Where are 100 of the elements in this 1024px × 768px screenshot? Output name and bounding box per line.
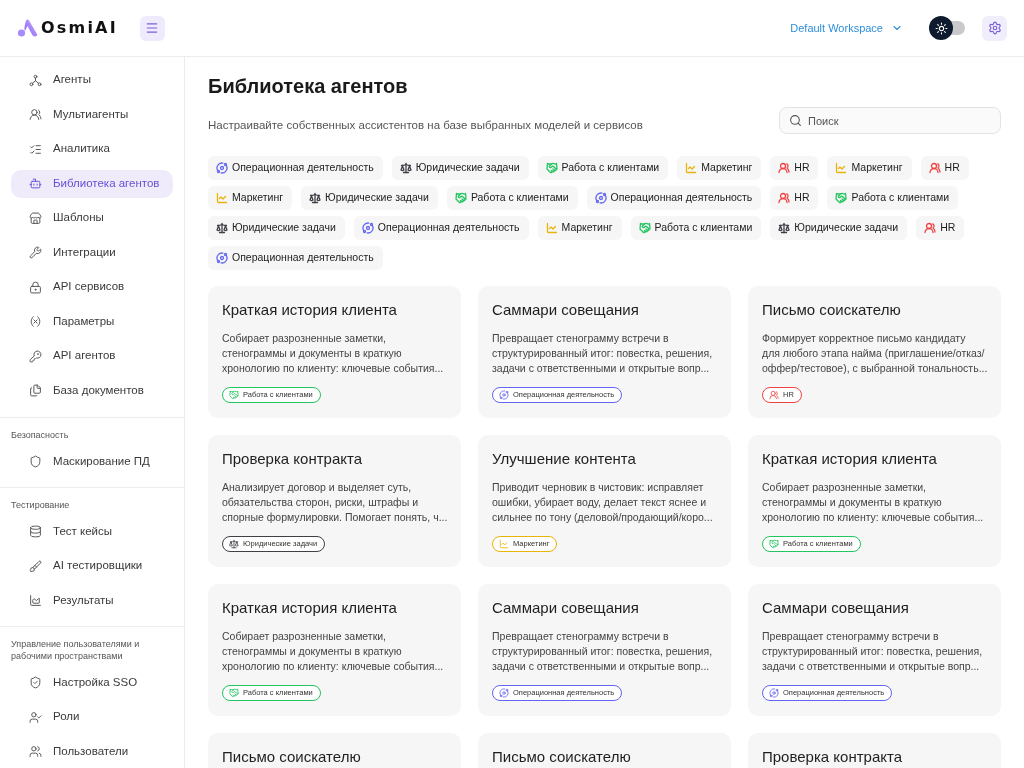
search-field[interactable]: Поиск [779,107,1001,134]
nodes-icon [29,73,42,87]
nav-item[interactable]: API агентов [11,342,173,370]
filter-chip[interactable]: Операционная деятельность [208,156,383,180]
filter-chip[interactable]: Юридические задачи [770,216,908,240]
filter-chip[interactable]: Операционная деятельность [586,186,762,210]
nav-item[interactable]: Библиотека агентов [11,169,173,198]
card-title: Краткая история клиента [762,450,938,468]
filter-chip[interactable]: HR [920,156,969,180]
filter-chip[interactable]: Работа с клиентами [630,216,762,240]
nav-item[interactable]: Шаблоны [11,204,173,232]
line-chart-icon [499,539,509,549]
handshake-icon [229,390,239,400]
area-chart-icon [29,594,42,607]
workspace-dropdown[interactable]: Default Workspace [790,19,903,37]
card-description: Собирает разрозненные заметки, стенограммы и документы в краткую хронологию по клиенту: ключевые события... [762,480,985,525]
card-description: Приводит черновик в чистовик: исправляет ошибки, убирает воду, делает текст яснее и сильнее по тону (деловой/продающий/коро... [492,480,714,525]
users-icon [29,745,42,758]
settings-button[interactable] [982,15,1007,41]
card-title: Улучшение контента [492,450,637,468]
card-title: Проверка контракта [222,450,364,468]
filter-chip[interactable]: HR [770,186,819,210]
user-check-icon [29,710,42,724]
card-title: Краткая история клиента [222,599,398,617]
card-description: Собирает разрозненные заметки, стенограммы и документы в краткую хронологию по клиенту: ключевые события... [222,331,445,376]
card-description: Формирует корректное письмо кандидату для любого этапа найма (приглашение/отказ/ оффер/тестовое), с выбранной тональность... [762,331,989,376]
filter-chip[interactable]: HR [770,156,819,180]
people-icon [769,390,779,400]
card-description: Превращает стенограмму встречи в структурированный итог: повестка, решения, задачи с ответственными и открытые вопр... [492,331,714,376]
agent-card[interactable]: Письмо соискателю [208,733,461,768]
nav-item[interactable]: Тест кейсы [11,517,173,546]
page-title: Библиотека агентов [208,74,409,99]
card-title: Краткая история клиента [222,301,398,319]
nav-item[interactable]: AI тестировщики [11,552,173,580]
section-label: Управление пользователями и рабочими пространствами [10,637,141,662]
filter-chip[interactable]: Операционная деятельность [353,216,529,240]
nav-item[interactable]: Параметры [11,307,173,336]
nav-item[interactable]: Пользователи [11,737,173,766]
theme-toggle[interactable] [929,16,965,40]
shield-check-icon [29,676,42,689]
brush-icon [29,559,42,573]
filter-chip[interactable]: Маркетинг [677,156,762,180]
shield-icon [29,455,42,468]
orbit-icon [499,688,509,698]
variable-icon [29,315,42,328]
database-icon [29,525,42,538]
lock-icon [29,280,42,294]
nav-item[interactable]: Настройка SSO [11,668,173,697]
card-title: Проверка контракта [762,748,904,766]
nav-item[interactable]: Результаты [11,586,173,615]
checklist-icon [29,142,42,156]
store-icon [29,211,42,225]
nav-item[interactable]: Интеграции [11,238,173,267]
robot-icon [29,177,42,190]
card-description: Анализирует договор и выделяет суть, обязательства сторон, риски, штрафы и спорные формулировки. Помогает понять, ч... [222,480,449,525]
filter-chip[interactable]: Маркетинг [208,186,293,210]
filter-chip[interactable]: Юридические задачи [208,216,345,240]
card-description: Превращает стенограмму встречи в структурированный итог: повестка, решения, задачи с ответственными и открытые вопр... [762,629,984,674]
settings-icon [987,21,1002,35]
logo-icon [17,19,38,37]
nav-item[interactable]: API сервисов [11,273,173,301]
card-title: Саммари совещания [762,599,910,617]
filter-chip[interactable]: Работа с клиентами [827,186,959,210]
card-title: Письмо соискателю [762,301,902,319]
orbit-icon [769,688,779,698]
page-description: Настраивайте собственных ассистентов на базе выбранных моделей и сервисов [208,118,643,133]
section-label: Тестирование [10,498,71,511]
handshake-icon [229,688,239,698]
filter-chip[interactable]: Юридические задачи [391,156,529,180]
wrench-icon [29,246,42,259]
filter-chip[interactable]: Юридические задачи [301,186,438,210]
handshake-icon [769,539,779,549]
filter-chip[interactable]: HR [916,216,965,240]
orbit-icon [499,390,509,400]
filter-chip[interactable]: Операционная деятельность [208,246,383,270]
card-title: Саммари совещания [492,599,640,617]
nav-item[interactable]: Роли [11,703,173,731]
people-icon [29,108,42,121]
card-title: Письмо соискателю [492,748,632,766]
filter-chip[interactable]: Работа с клиентами [446,186,578,210]
scale-icon [229,539,239,549]
agent-card[interactable]: Проверка контракта [748,733,1001,768]
nav-item[interactable]: Агенты [11,66,173,94]
nav-item[interactable]: Мультиагенты [11,100,173,129]
menu-button[interactable] [139,15,165,41]
documents-icon [29,384,42,397]
card-title: Письмо соискателю [222,748,362,766]
filter-chip[interactable]: Маркетинг [827,156,912,180]
nav-item[interactable]: База документов [11,376,173,405]
key-icon [29,349,42,363]
menu-icon [145,21,160,35]
agent-card[interactable]: Письмо соискателю [478,733,731,768]
filter-chip[interactable]: Работа с клиентами [537,156,669,180]
filter-chip[interactable]: Маркетинг [537,216,622,240]
card-description: Превращает стенограмму встречи в структурированный итог: повестка, решения, задачи с ответственными и открытые вопр... [492,629,714,674]
search-icon [789,114,802,127]
nav-item[interactable]: Аналитика [11,135,173,163]
nav-item[interactable]: Маскирование ПД [11,447,173,476]
section-label: Безопасность [10,428,70,441]
card-title: Саммари совещания [492,301,640,319]
